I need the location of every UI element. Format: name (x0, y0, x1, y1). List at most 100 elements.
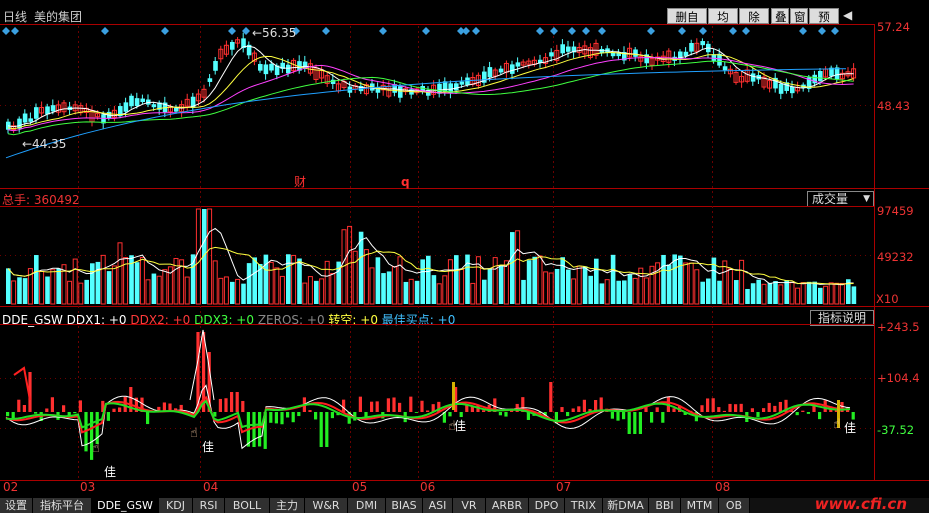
volume-bar (823, 285, 829, 305)
candle-down (510, 64, 515, 74)
tab--[interactable]: 主力 (270, 498, 305, 513)
watermark: www.cfi.cn (814, 495, 907, 513)
volume-bar (117, 242, 123, 305)
volume-bar (537, 255, 543, 305)
ddx-bar (22, 405, 26, 412)
volume-bar (818, 287, 823, 304)
tab-bias[interactable]: BIAS (386, 498, 423, 513)
signal-diamond (462, 27, 470, 35)
ddx-bar (62, 405, 66, 412)
ddx-bar (661, 412, 665, 423)
ddx-bar (459, 412, 463, 418)
ddx-bar (571, 408, 575, 412)
tab-trix[interactable]: TRIX (565, 498, 603, 513)
candle-down (566, 46, 571, 52)
tab-bbi[interactable]: BBI (649, 498, 681, 513)
indicator-tab-bar: 设置 指标平台 DDE_GSW KDJ RSI BOLL 主力 W&R DMI BIAS ASI VR… (0, 498, 929, 513)
tab-dmi[interactable]: DMI (348, 498, 386, 513)
candle-down (134, 98, 140, 107)
volume-bar (521, 279, 526, 304)
candle-down (818, 71, 823, 81)
volume-bar (678, 255, 683, 304)
volume-bar (286, 254, 291, 304)
tab-boll[interactable]: BOLL (225, 498, 270, 513)
volume-bar (386, 271, 392, 304)
volume-bar (408, 278, 414, 305)
tab--[interactable]: 指标平台 (33, 498, 92, 513)
candle-down (140, 98, 145, 103)
volume-bar (454, 255, 459, 304)
ddx-bar (342, 399, 346, 412)
tab-kdj[interactable]: KDJ (159, 498, 193, 513)
tab-asi[interactable]: ASI (423, 498, 453, 513)
ddx-bar (734, 404, 738, 412)
ddx-bar (269, 412, 273, 423)
high-price-label: ←56.35 (252, 26, 296, 40)
volume-bar (34, 255, 39, 304)
volume-bar (599, 283, 605, 304)
ddx-bar (650, 412, 654, 423)
volume-bar (195, 208, 201, 305)
candle-down (286, 64, 291, 74)
tab-arbr[interactable]: ARBR (486, 498, 529, 513)
ddx-bar (767, 402, 771, 412)
ddx-bar (638, 412, 642, 434)
ddx-bar (750, 408, 754, 412)
volume-bar (111, 265, 117, 305)
candle-down (269, 63, 274, 71)
volume-bar (391, 266, 397, 305)
signal-diamond (647, 27, 655, 35)
signal-diamond (11, 27, 19, 35)
signal-diamond (322, 27, 330, 35)
ddx-bar (420, 400, 424, 412)
volume-bar (722, 260, 728, 305)
signal-diamond (699, 27, 707, 35)
volume-bar (789, 282, 795, 305)
volume-bar (381, 273, 386, 304)
candle-down (778, 83, 784, 94)
candle-down (129, 95, 134, 107)
volume-bar (767, 282, 773, 304)
candle-down (560, 44, 565, 54)
tab-w-r[interactable]: W&R (305, 498, 348, 513)
ddx-bar (330, 412, 334, 419)
ddx-bar (358, 396, 362, 412)
volume-bar (661, 254, 666, 304)
ddx-bar (291, 412, 295, 423)
ddx-bar (319, 412, 323, 447)
ddx-bar (386, 398, 390, 412)
volume-bar (330, 272, 336, 305)
volume-bar (307, 276, 313, 305)
tab-mtm[interactable]: MTM (681, 498, 719, 513)
signal-diamond (598, 27, 606, 35)
volume-bar (134, 262, 140, 304)
tab-ob[interactable]: OB (719, 498, 750, 513)
ddx-bar (78, 400, 82, 412)
volume-bar (515, 230, 521, 305)
volume-bar (706, 278, 711, 304)
candle-down (722, 66, 728, 71)
ddx-bar (448, 412, 452, 417)
signal-diamond (550, 27, 558, 35)
ddx-bar (123, 396, 127, 412)
volume-bar (106, 271, 112, 304)
volume-bar (22, 278, 28, 304)
tab-rsi[interactable]: RSI (193, 498, 225, 513)
signal-diamond (472, 27, 480, 35)
volume-bar (828, 282, 834, 305)
tab-dde-gsw[interactable]: DDE_GSW (92, 498, 159, 513)
tab-dpo[interactable]: DPO (529, 498, 565, 513)
ddx-bar (325, 412, 329, 447)
ddx-bar (627, 412, 631, 434)
tab--dma[interactable]: 新DMA (603, 498, 649, 513)
chart-canvas[interactable]: ←56.35←44.35财 q ☝佳☝佳☝佳 ☝ 佳 (0, 0, 929, 513)
volume-bar (778, 284, 784, 305)
ddx-bar (655, 407, 659, 412)
volume-bar (252, 257, 257, 304)
tab--[interactable]: 设置 (0, 498, 33, 513)
volume-bar (806, 281, 812, 304)
volume-bar (616, 280, 621, 304)
ddx-bar (622, 412, 626, 420)
tab-vr[interactable]: VR (453, 498, 486, 513)
volume-bar (812, 281, 817, 304)
